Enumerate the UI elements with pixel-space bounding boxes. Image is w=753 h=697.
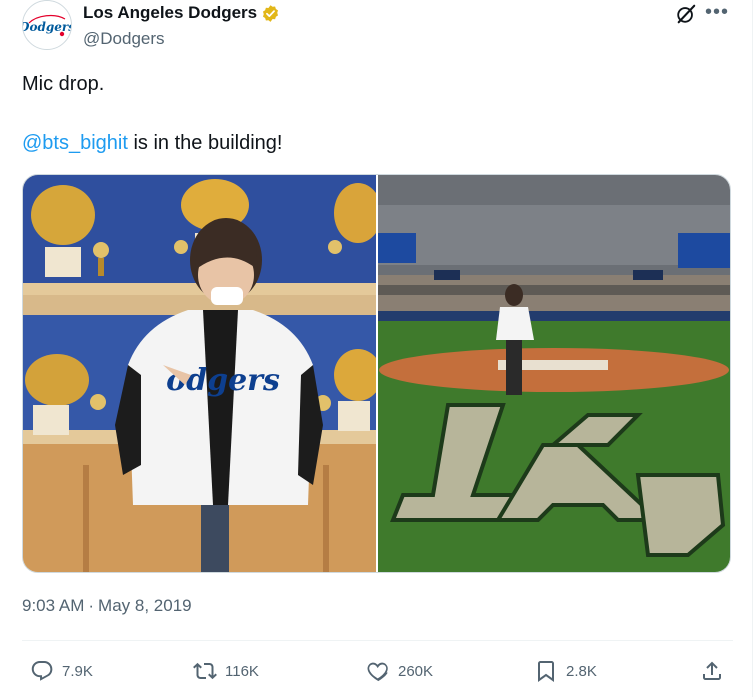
bookmark-button[interactable]: 2.8K [534,654,597,688]
tweet-header: Dodgers Los Angeles Dodgers @Dodgers ••• [22,0,734,56]
jersey-photo-trophy-room[interactable]: odgers [23,175,376,572]
name-row: Los Angeles Dodgers [83,3,280,23]
timestamp-separator: · [88,596,95,615]
stadium-field-photo[interactable] [378,175,730,572]
avatar-logo-text: Dodgers [23,20,71,34]
like-count: 260K [398,662,434,680]
tweet-text-rest: is in the building! [127,132,283,154]
tweet-text-line1: Mic drop. [22,73,105,95]
divider [22,640,733,641]
repost-icon [193,659,217,683]
reply-count: 7.9K [62,662,93,680]
dodgers-logo: Dodgers [23,1,71,49]
repost-count: 116K [225,662,259,680]
reply-icon [30,659,54,683]
tweet-text-line2: @bts_bighit is in the building! [22,131,282,155]
handle[interactable]: @Dodgers [83,29,165,49]
avatar[interactable]: Dodgers [22,0,72,50]
more-icon[interactable]: ••• [705,2,729,25]
bookmark-icon [534,659,558,683]
like-button[interactable]: 260K [366,654,433,688]
tweet-date: May 8, 2019 [98,596,192,615]
share-button[interactable] [700,654,724,688]
verified-badge-icon[interactable] [261,4,280,23]
share-icon [700,659,724,683]
media-grid: odgers [22,174,731,573]
reply-button[interactable]: 7.9K [30,654,93,688]
repost-button[interactable]: 116K [193,654,259,688]
like-icon [366,659,390,683]
grok-icon[interactable] [675,3,697,25]
bookmark-count: 2.8K [566,662,597,680]
action-bar: 7.9K 116K 260K 2.8K [22,654,733,688]
display-name[interactable]: Los Angeles Dodgers [83,3,257,23]
tweet-time: 9:03 AM [22,596,85,615]
tweet-timestamp[interactable]: 9:03 AM · May 8, 2019 [22,596,192,616]
mention-link[interactable]: @bts_bighit [22,132,128,154]
